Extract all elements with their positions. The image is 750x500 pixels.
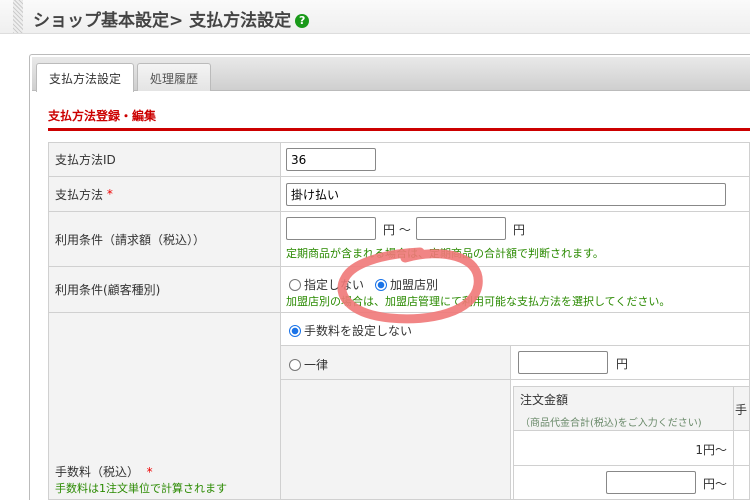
- annotation-circle: [337, 247, 483, 324]
